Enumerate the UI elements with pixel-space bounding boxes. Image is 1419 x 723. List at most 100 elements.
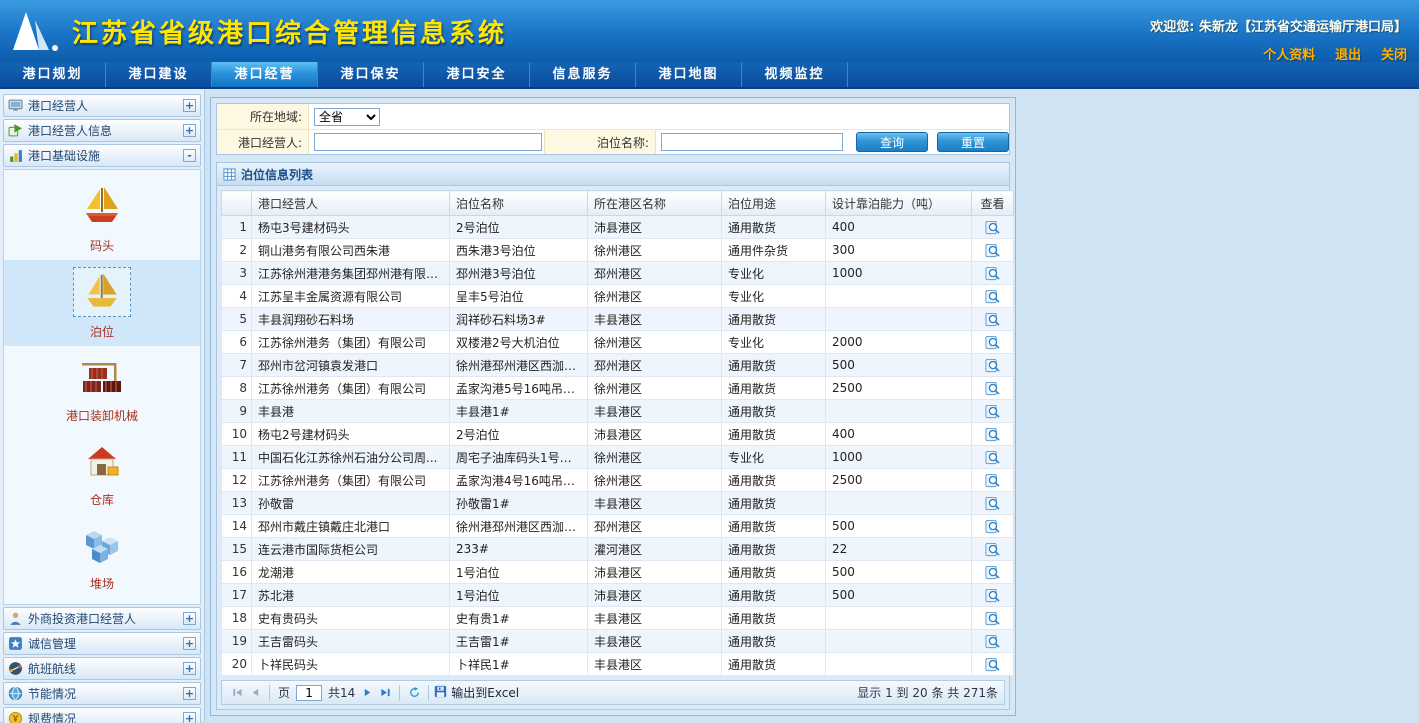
sidebar-group-7[interactable]: 节能情况+ <box>3 682 201 705</box>
col-header-4: 泊位用途 <box>722 191 826 216</box>
sidebar-group-6[interactable]: 航班航线+ <box>3 657 201 680</box>
first-page-icon[interactable] <box>228 684 246 702</box>
refresh-icon[interactable] <box>405 684 423 702</box>
view-record-icon[interactable] <box>985 611 1000 626</box>
export-excel-button[interactable]: 输出到Excel <box>434 684 519 701</box>
view-record-icon[interactable] <box>985 220 1000 235</box>
nav-tab-6[interactable]: 信息服务 <box>530 62 636 87</box>
view-cell <box>972 492 1014 515</box>
table-row: 15连云港市国际货柜公司233#灌河港区通用散货22 <box>222 538 1014 561</box>
berth-name-cell: 周宅子油库码头1号泊位 <box>450 446 588 469</box>
sidebar: 港口经营人+港口经营人信息+港口基础设施- 码头泊位港口装卸机械仓库堆场 外商投… <box>0 89 205 721</box>
capacity-cell <box>826 607 972 630</box>
port-area-cell: 徐州港区 <box>588 469 722 492</box>
sidebar-group-1[interactable]: 港口经营人+ <box>3 94 201 117</box>
expand-toggle-icon[interactable]: + <box>183 99 196 112</box>
table-row: 16龙潮港1号泊位沛县港区通用散货500 <box>222 561 1014 584</box>
table-row: 11中国石化江苏徐州石油分公司周...周宅子油库码头1号泊位徐州港区专业化100… <box>222 446 1014 469</box>
facility-item-dock[interactable]: 码头 <box>4 176 200 260</box>
sidebar-groups-top: 港口经营人+港口经营人信息+港口基础设施- <box>2 94 202 167</box>
berth-name-cell: 王吉雷1# <box>450 630 588 653</box>
view-record-icon[interactable] <box>985 473 1000 488</box>
view-record-icon[interactable] <box>985 243 1000 258</box>
energy-icon <box>8 686 23 701</box>
view-cell <box>972 331 1014 354</box>
view-record-icon[interactable] <box>985 542 1000 557</box>
berth-name-cell: 孙敬雷1# <box>450 492 588 515</box>
sidebar-group-label: 规费情况 <box>28 710 183 723</box>
port-area-cell: 沛县港区 <box>588 584 722 607</box>
operator-cell: 江苏徐州港务（集团）有限公司 <box>252 469 450 492</box>
facility-icon-box <box>73 267 131 317</box>
facility-item-berth[interactable]: 泊位 <box>4 260 200 346</box>
berth-usage-cell: 通用散货 <box>722 216 826 239</box>
nav-tab-2[interactable]: 港口建设 <box>106 62 212 87</box>
sidebar-group-4[interactable]: 外商投资港口经营人+ <box>3 607 201 630</box>
nav-tab-4[interactable]: 港口保安 <box>318 62 424 87</box>
berth-table: 港口经营人泊位名称所在港区名称泊位用途设计靠泊能力（吨）查看 1杨屯3号建材码头… <box>221 190 1014 676</box>
view-record-icon[interactable] <box>985 312 1000 327</box>
nav-tab-1[interactable]: 港口规划 <box>0 62 106 87</box>
reset-button[interactable]: 重置 <box>937 132 1009 152</box>
sidebar-group-label: 外商投资港口经营人 <box>28 610 183 627</box>
page-number-input[interactable] <box>296 685 322 701</box>
facility-icon-box <box>74 183 130 231</box>
nav-tab-5[interactable]: 港口安全 <box>424 62 530 87</box>
view-cell <box>972 262 1014 285</box>
view-record-icon[interactable] <box>985 634 1000 649</box>
berth-name-input[interactable] <box>661 133 843 151</box>
expand-toggle-icon[interactable]: + <box>183 124 196 137</box>
berth-usage-cell: 通用散货 <box>722 377 826 400</box>
capacity-cell: 500 <box>826 354 972 377</box>
view-record-icon[interactable] <box>985 427 1000 442</box>
expand-toggle-icon[interactable]: + <box>183 637 196 650</box>
dock-icon <box>80 185 124 229</box>
view-record-icon[interactable] <box>985 381 1000 396</box>
view-record-icon[interactable] <box>985 450 1000 465</box>
expand-toggle-icon[interactable]: - <box>183 149 196 162</box>
nav-tab-7[interactable]: 港口地图 <box>636 62 742 87</box>
view-record-icon[interactable] <box>985 358 1000 373</box>
capacity-cell: 500 <box>826 584 972 607</box>
view-record-icon[interactable] <box>985 588 1000 603</box>
view-record-icon[interactable] <box>985 289 1000 304</box>
view-record-icon[interactable] <box>985 404 1000 419</box>
port-area-cell: 邳州港区 <box>588 515 722 538</box>
view-record-icon[interactable] <box>985 335 1000 350</box>
operator-cell: 连云港市国际货柜公司 <box>252 538 450 561</box>
next-page-icon[interactable] <box>358 684 376 702</box>
expand-toggle-icon[interactable]: + <box>183 712 196 723</box>
close-link[interactable]: 关闭 <box>1381 48 1407 63</box>
sidebar-group-8[interactable]: 规费情况+ <box>3 707 201 723</box>
sidebar-group-2[interactable]: 港口经营人信息+ <box>3 119 201 142</box>
nav-tab-3[interactable]: 港口经营 <box>212 62 318 87</box>
view-record-icon[interactable] <box>985 519 1000 534</box>
view-record-icon[interactable] <box>985 657 1000 672</box>
port-area-cell: 徐州港区 <box>588 285 722 308</box>
operator-cell: 卜祥民码头 <box>252 653 450 676</box>
berth-usage-cell: 通用散货 <box>722 469 826 492</box>
expand-toggle-icon[interactable]: + <box>183 687 196 700</box>
sidebar-group-5[interactable]: 诚信管理+ <box>3 632 201 655</box>
facility-item-yard[interactable]: 堆场 <box>4 514 200 598</box>
view-record-icon[interactable] <box>985 266 1000 281</box>
facility-item-warehouse[interactable]: 仓库 <box>4 430 200 514</box>
logout-link[interactable]: 退出 <box>1335 48 1361 63</box>
region-select[interactable]: 全省 <box>314 108 380 126</box>
last-page-icon[interactable] <box>376 684 394 702</box>
expand-toggle-icon[interactable]: + <box>183 662 196 675</box>
row-number-cell: 6 <box>222 331 252 354</box>
view-record-icon[interactable] <box>985 565 1000 580</box>
expand-toggle-icon[interactable]: + <box>183 612 196 625</box>
view-cell <box>972 607 1014 630</box>
view-cell <box>972 239 1014 262</box>
sidebar-group-3[interactable]: 港口基础设施- <box>3 144 201 167</box>
nav-tab-8[interactable]: 视频监控 <box>742 62 848 87</box>
search-button[interactable]: 查询 <box>856 132 928 152</box>
view-record-icon[interactable] <box>985 496 1000 511</box>
prev-page-icon[interactable] <box>246 684 264 702</box>
profile-link[interactable]: 个人资料 <box>1263 48 1315 63</box>
facility-item-crane[interactable]: 港口装卸机械 <box>4 346 200 430</box>
sidebar-group-label: 诚信管理 <box>28 635 183 652</box>
operator-input[interactable] <box>314 133 542 151</box>
